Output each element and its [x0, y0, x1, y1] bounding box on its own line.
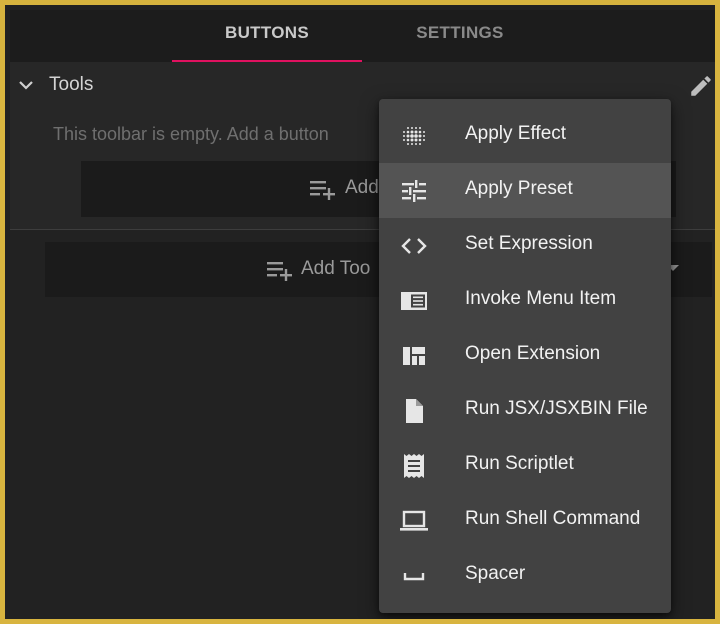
- menu-item-set-expression[interactable]: Set Expression: [379, 218, 671, 273]
- add-button-label: Add: [345, 177, 379, 198]
- menu-item-apply-effect[interactable]: Apply Effect: [379, 108, 671, 163]
- menu-item-open-extension[interactable]: Open Extension: [379, 328, 671, 383]
- menu-item-label: Run Scriptlet: [465, 453, 574, 474]
- add-toolbar-label: Add Too: [301, 258, 371, 279]
- playlist-add-icon: [309, 178, 337, 200]
- menu-item-label: Run Shell Command: [465, 508, 641, 529]
- menu-item-label: Apply Effect: [465, 123, 567, 144]
- dashboard-layout-icon: [399, 342, 429, 370]
- menu-item-label: Set Expression: [465, 233, 593, 254]
- receipt-icon: [399, 452, 429, 480]
- chevron-down-icon[interactable]: [17, 76, 35, 94]
- empty-toolbar-message: This toolbar is empty. Add a button: [53, 124, 329, 144]
- menu-item-label: Apply Preset: [465, 178, 573, 199]
- menu-item-run-scriptlet[interactable]: Run Scriptlet: [379, 438, 671, 493]
- tab-bar: BUTTONS SETTINGS: [10, 10, 715, 62]
- playlist-add-icon: [266, 259, 294, 281]
- add-button-menu: Apply Effect Apply Preset Set Expression…: [379, 99, 671, 613]
- menu-item-apply-preset[interactable]: Apply Preset: [379, 163, 671, 218]
- code-brackets-icon: [399, 232, 429, 260]
- laptop-icon: [399, 507, 429, 535]
- pencil-icon[interactable]: [688, 73, 714, 99]
- menu-item-invoke-menu-item[interactable]: Invoke Menu Item: [379, 273, 671, 328]
- space-bar-icon: [399, 562, 429, 590]
- menu-panel-icon: [399, 287, 429, 315]
- dots-grid-icon: [399, 122, 429, 150]
- menu-item-label: Open Extension: [465, 343, 601, 364]
- file-icon: [399, 397, 429, 425]
- section-title[interactable]: Tools: [49, 74, 93, 96]
- tab-buttons[interactable]: BUTTONS: [172, 10, 362, 62]
- menu-item-run-jsx-file[interactable]: Run JSX/JSXBIN File: [379, 383, 671, 438]
- tab-settings[interactable]: SETTINGS: [365, 10, 555, 62]
- menu-item-label: Run JSX/JSXBIN File: [465, 398, 648, 419]
- menu-item-label: Spacer: [465, 563, 526, 584]
- menu-item-run-shell-command[interactable]: Run Shell Command: [379, 493, 671, 548]
- menu-item-spacer[interactable]: Spacer: [379, 548, 671, 603]
- menu-item-label: Invoke Menu Item: [465, 288, 617, 309]
- app-frame: BUTTONS SETTINGS Tools This toolbar is e…: [0, 0, 720, 624]
- sliders-icon: [399, 177, 429, 205]
